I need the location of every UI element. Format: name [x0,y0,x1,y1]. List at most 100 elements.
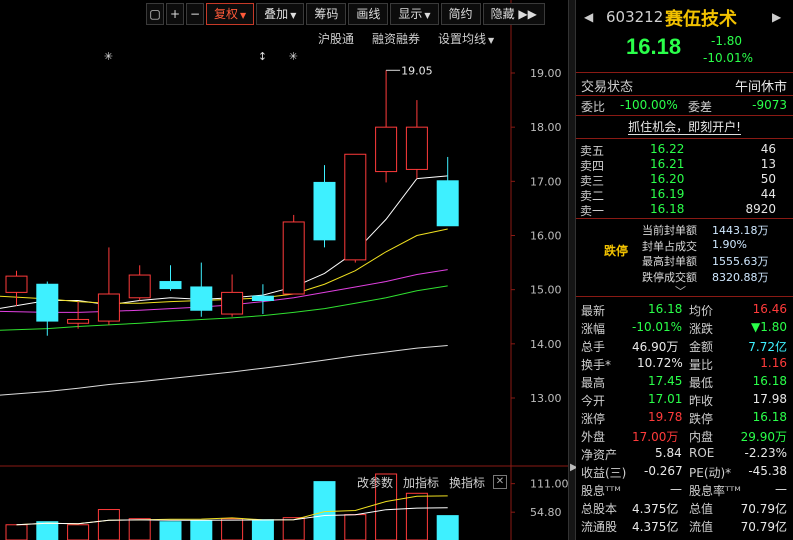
limit-row: 封单占成交 1.90% [642,238,792,254]
candle-body [67,318,90,324]
change-params-button[interactable]: 改参数 [357,474,393,491]
candle-body [190,286,213,311]
margin-trading-link[interactable]: 融资融券 [372,30,420,47]
stat-latest: 16.18 [648,302,683,316]
limit-row: 跌停成交额 8320.88万 [642,269,792,285]
divider [576,296,793,297]
draw-line-button[interactable]: 画线 [348,3,389,25]
high-marker-label: 19.05 [401,64,433,77]
order-row: 卖一 16.18 8920 [580,202,780,218]
hide-button[interactable]: 隐藏 ▶▶ [482,3,545,25]
order-price: 16.21 [650,157,685,171]
wc-label: 委差 [688,100,713,114]
y-tick-label: 13.00 [530,392,562,405]
simple-mode-button[interactable]: 简约 [440,3,481,25]
stat-float-shares: 4.375亿 [632,520,679,534]
limit-row-label: 封单占成交 [642,239,697,253]
candle-body [313,181,336,241]
ma-settings-dropdown[interactable]: 设置均线 ▼ [438,30,494,47]
volume-bar [221,518,244,540]
chips-button[interactable]: 筹码 [306,3,347,25]
hide-label: 隐藏 [490,7,515,21]
y-tick-label: 15.00 [530,284,562,297]
caret-down-icon: ▼ [488,36,495,45]
switch-indicator-button[interactable]: 换指标 [449,474,485,491]
volume-bar [436,515,459,540]
limit-row-value: 1.90% [712,237,747,251]
kline-chart[interactable]: 19.00 18.00 17.00 16.00 15.00 14.00 13.00 19.05… [0,0,568,540]
volume-bar [313,481,336,540]
panel-splitter[interactable]: ▶ [568,0,578,540]
candle-body [5,275,28,293]
hk-connect-link[interactable]: 沪股通 [318,30,354,47]
stat-label: 涨幅 [581,322,606,336]
order-volume: 13 [760,157,776,171]
divider [576,115,793,116]
promo-link[interactable]: 抓住机会，即刻开户! [576,118,793,135]
add-indicator-button[interactable]: 加指标 [403,474,439,491]
event-marker: ↕ [258,50,267,63]
display-dropdown[interactable]: 显示 ▼ [390,3,439,25]
stat-limit-up: 19.78 [648,410,683,424]
limit-down-box: 跌停 当前封单额 1443.18万 封单占成交 1.90% 最高封单额 1555.63… [576,220,793,286]
overlay-dropdown[interactable]: 叠加 ▼ [256,3,305,25]
prev-stock-icon[interactable]: ◀ [584,10,593,24]
stat-label: 最低 [689,376,714,390]
ma-settings-label: 设置均线 [438,32,487,46]
y-tick-label: 17.00 [530,175,562,188]
order-name: 卖一 [580,204,605,218]
overlay-label: 叠加 [264,7,289,21]
stat-label: 金额 [689,340,714,354]
adjust-label: 复权 [214,7,239,21]
stat-avg: 16.46 [752,302,787,316]
next-stock-icon[interactable]: ▶ [772,10,781,24]
candle-body [159,281,182,290]
stat-label: 内盘 [689,430,714,444]
limit-down-stats: 当前封单额 1443.18万 封单占成交 1.90% 最高封单额 1555.63万 跌… [642,222,792,284]
stat-volume: 46.90万 [632,340,679,354]
stat-label: 流通股 [581,520,618,534]
stat-limit-down: 16.18 [752,410,787,424]
candle-body [344,153,367,261]
candle-body [36,283,59,322]
stat-vol-ratio: 1.16 [760,356,787,370]
order-price: 16.19 [650,187,685,201]
order-price: 16.18 [650,202,685,216]
zoom-in-button[interactable]: + [166,3,184,25]
volume-toolbar: 改参数 加指标 换指标 [357,474,485,491]
adjust-dropdown[interactable]: 复权 ▼ [206,3,255,25]
chart-area[interactable]: 19.00 18.00 17.00 16.00 15.00 14.00 13.00 19.05… [0,0,568,540]
stat-turnover: 10.72% [637,356,683,370]
candle-body [375,126,398,173]
candle-body [97,293,120,322]
y-tick-label: 16.00 [530,230,562,243]
divider [576,95,793,96]
candle-body [405,126,428,170]
expand-icon: ▶▶ [518,7,537,21]
order-price: 16.20 [650,172,685,186]
stat-label: 量比 [689,358,714,372]
volume-bar [251,519,274,540]
stat-label: 总值 [689,502,714,516]
stat-roe: -2.23% [744,446,787,460]
promo-text: 抓住机会，即刻开户! [628,120,741,135]
volume-bar [5,524,28,540]
caret-down-icon: ▼ [290,11,297,20]
lock-icon[interactable]: ▢ [146,3,164,25]
stat-open: 17.01 [648,392,683,406]
stat-label: 最新 [581,304,606,318]
volume-bar [67,524,90,540]
stat-label: 最高 [581,376,606,390]
stat-market-cap: 70.79亿 [740,502,787,516]
order-volume: 46 [760,142,776,156]
stat-label: 净资产 [581,448,618,462]
limit-row-value: 1555.63万 [712,255,769,268]
price-change-pct: -10.01% [703,51,754,65]
close-icon[interactable]: ✕ [493,475,507,489]
limit-row-label: 当前封单额 [642,224,697,237]
stat-label: 股息ᵀᵀᴹ [581,484,621,498]
stat-high: 17.45 [648,374,683,388]
zoom-out-button[interactable]: − [186,3,204,25]
stat-label: 换手* [581,358,612,372]
order-row: 卖三 16.20 50 [580,172,780,188]
